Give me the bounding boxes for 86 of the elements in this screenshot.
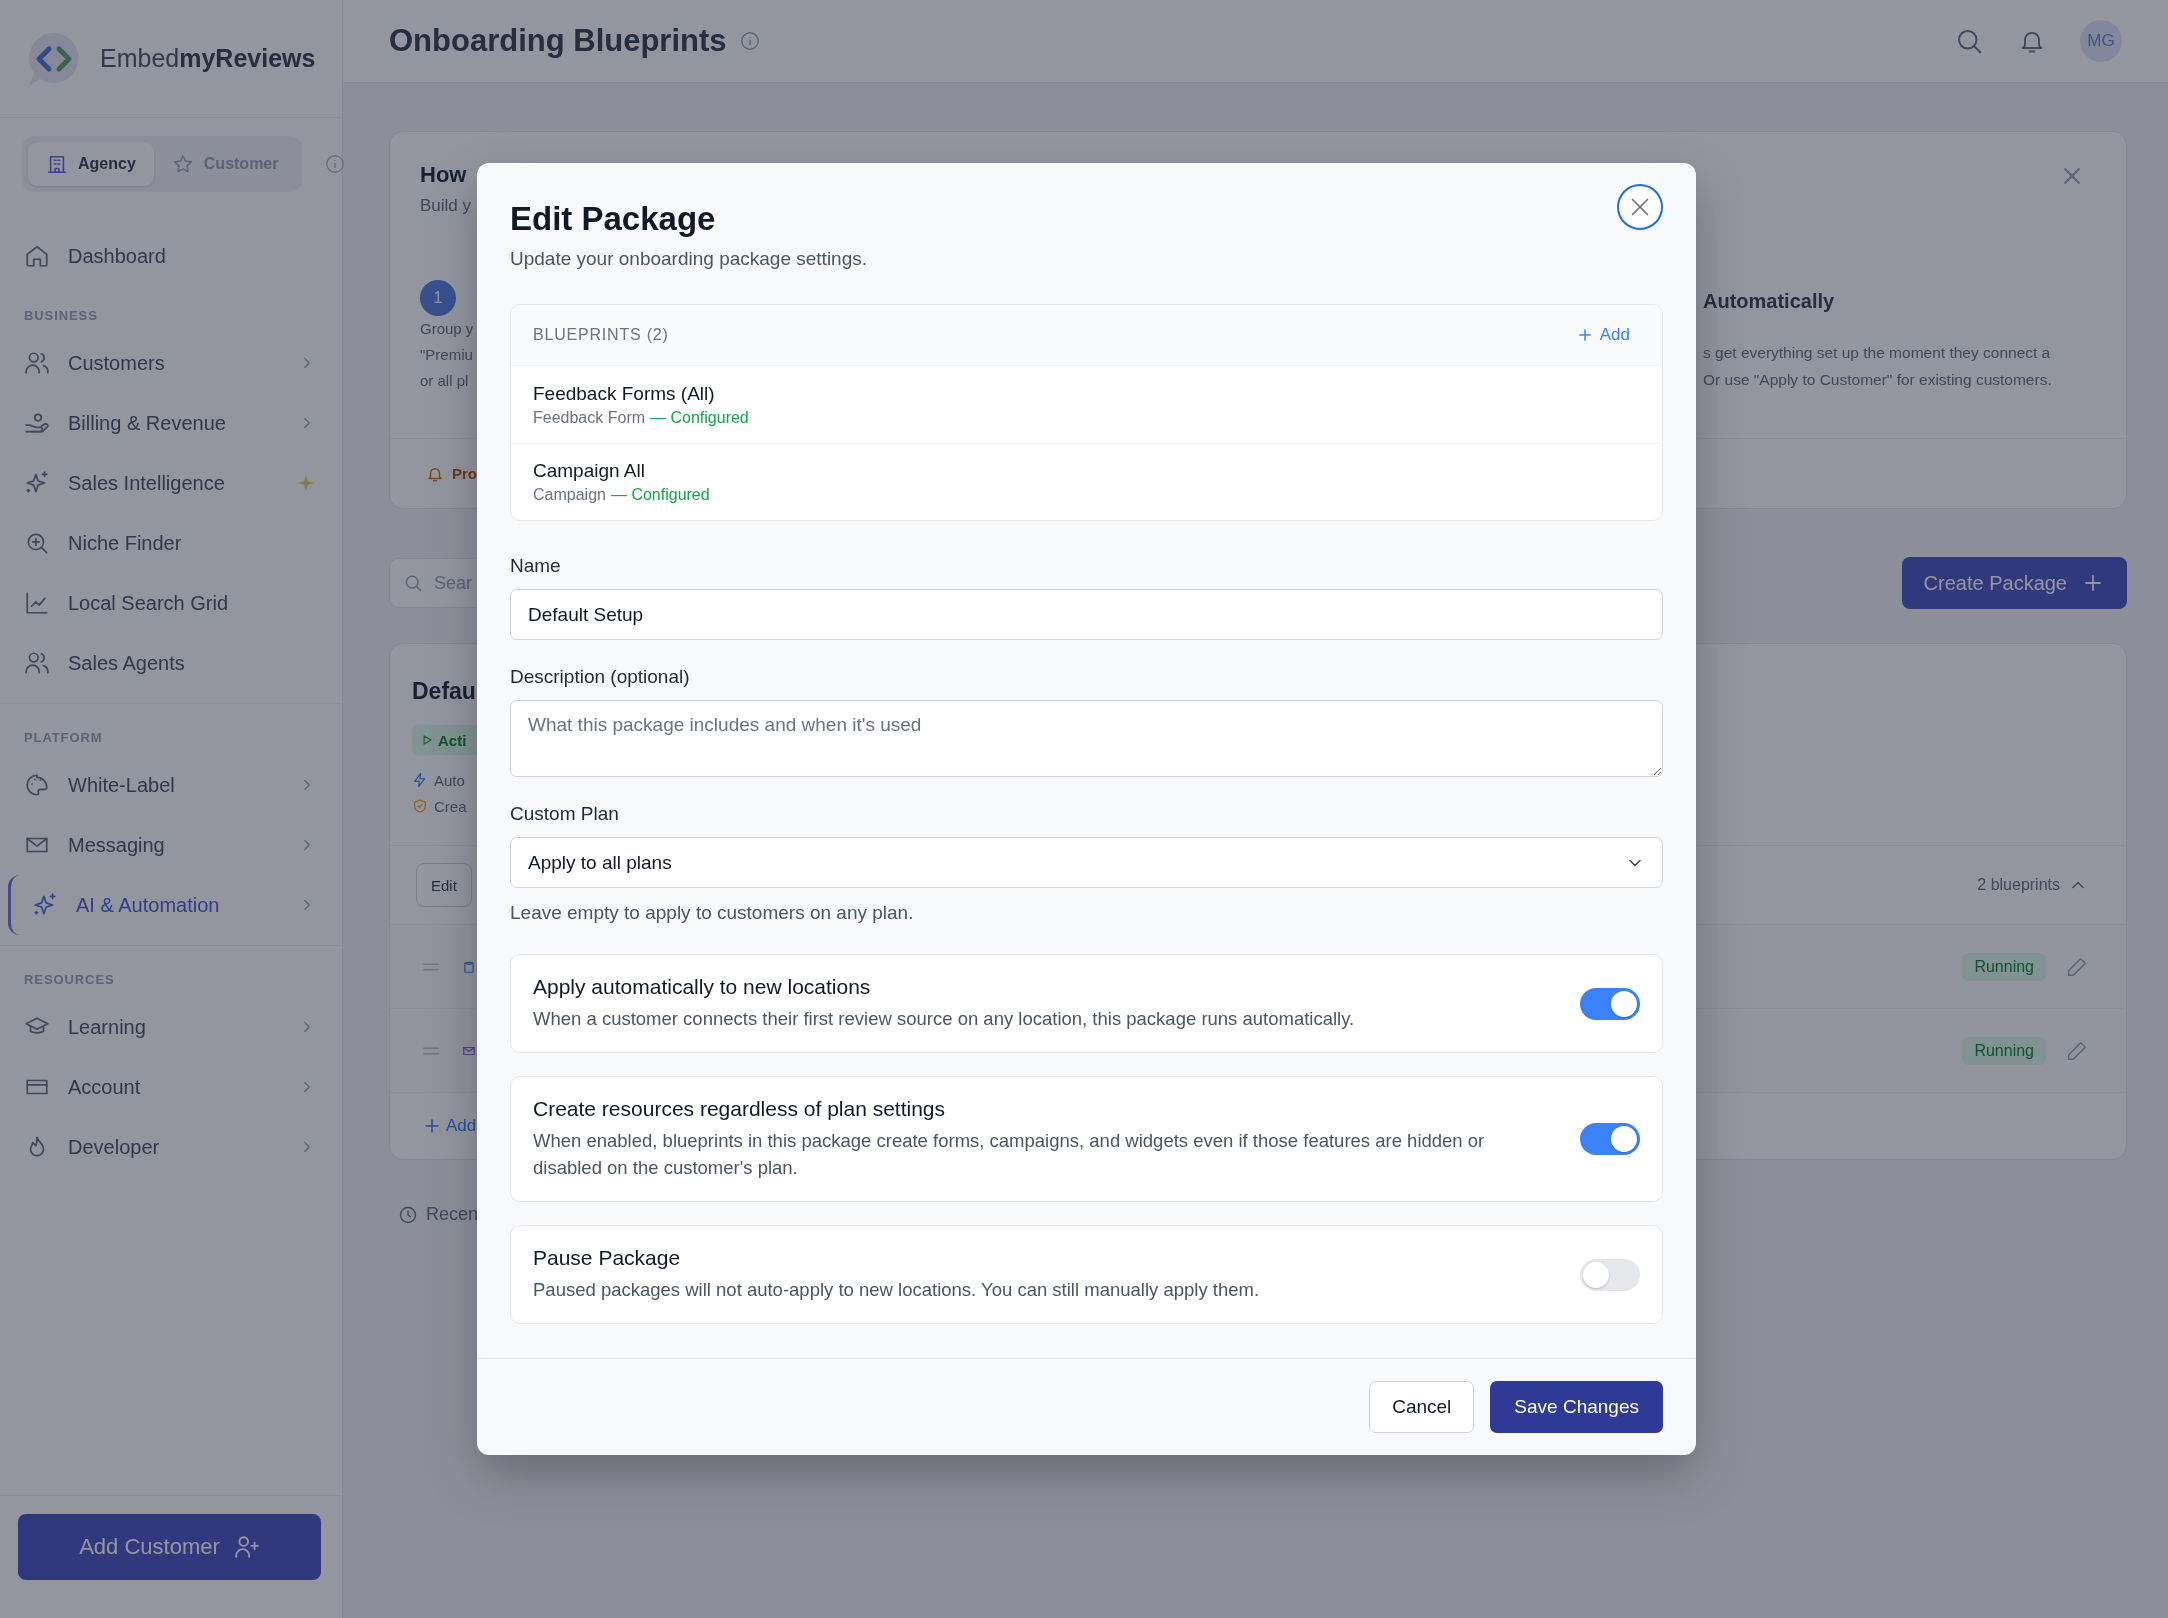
step-text: Or use "Apply to Customer" for existing customers. <box>1703 370 2052 390</box>
nav-item[interactable]: White-Label <box>0 755 342 815</box>
step-text: "Premiu <box>420 345 473 365</box>
toggle-switch[interactable] <box>1580 1258 1640 1291</box>
add-customer-button[interactable]: Add Customer <box>18 1514 321 1580</box>
setting-title: Create resources regardless of plan settings <box>533 1097 947 1121</box>
nav-item[interactable]: Sales Intelligence <box>0 453 342 513</box>
close-button[interactable] <box>1617 184 1663 230</box>
tip-text: Pro <box>452 465 477 482</box>
feature-text: Crea <box>434 797 467 815</box>
pencil-icon[interactable] <box>2066 955 2088 978</box>
nav-item[interactable]: Account <box>0 1057 342 1117</box>
status-badge: Running <box>1962 1036 2046 1065</box>
nav-item[interactable]: Learning <box>0 997 342 1057</box>
save-button[interactable]: Save Changes <box>1490 1381 1663 1433</box>
info-icon <box>738 30 761 52</box>
page-title: Onboarding Blueprints <box>389 23 727 59</box>
plan-select[interactable]: Apply to all plans <box>510 837 1663 888</box>
add-blueprint-button[interactable]: Add <box>422 1116 477 1136</box>
search-icon <box>403 573 423 593</box>
step-text: s get everything set up the moment they connect a <box>1703 343 2051 363</box>
nav-item[interactable]: Local Search Grid <box>0 573 342 633</box>
nav-item[interactable]: Customers <box>0 333 342 393</box>
user-avatar[interactable]: MG <box>2080 20 2122 62</box>
user-plus-icon <box>233 1534 260 1560</box>
step-number: 1 <box>420 280 456 316</box>
dialog-title: Edit Package <box>510 200 717 238</box>
setting-description: When enabled, blueprints in this package create forms, campaigns, and widgets even if those features are hidden or disabled on the customer's plan. <box>533 1129 1486 1180</box>
step-title: Automatically <box>1703 290 1835 313</box>
description-field[interactable]: What this package includes and when it's used <box>510 700 1663 777</box>
name-field[interactable]: Default Setup <box>510 589 1663 640</box>
setting-title: Apply automatically to new locations <box>533 975 872 999</box>
building-icon <box>46 153 68 175</box>
nav-item[interactable]: Dashboard <box>0 226 342 286</box>
shield-check-icon <box>412 798 428 814</box>
lightning-icon <box>412 772 428 788</box>
package-title: Defau <box>412 678 476 705</box>
step-text: Group y <box>420 319 474 339</box>
nav-item[interactable]: Messaging <box>0 815 342 875</box>
edit-button[interactable]: Edit <box>416 863 472 907</box>
users-icon <box>24 350 50 376</box>
feature-text: Auto <box>434 771 465 789</box>
toggle-switch[interactable] <box>1580 1123 1640 1155</box>
mode-tab[interactable]: Agency <box>28 142 154 186</box>
nav-item[interactable]: Niche Finder <box>0 513 342 573</box>
blueprint-name: Feedback Forms (All) <box>533 382 716 405</box>
create-package-button[interactable]: Create Package <box>1901 557 2127 609</box>
users-icon <box>24 650 50 676</box>
home-icon <box>24 243 50 269</box>
cancel-button[interactable]: Cancel <box>1369 1381 1475 1433</box>
status-label: Acti <box>438 731 467 749</box>
blueprint-status: — Configured <box>610 486 710 504</box>
field-label: Name <box>510 555 561 577</box>
play-icon <box>420 733 434 747</box>
section-title: Recen <box>426 1204 479 1225</box>
clock-icon <box>398 1204 418 1225</box>
setting-description: Paused packages will not auto-apply to new locations. You can still manually apply them. <box>533 1278 1261 1302</box>
blueprints-toggle[interactable]: 2 blueprints <box>1977 875 2088 895</box>
blueprint-name: Campaign All <box>533 460 646 482</box>
status-badge: Running <box>1962 952 2046 981</box>
info-icon <box>324 153 347 175</box>
nav-item[interactable]: Developer <box>0 1117 342 1177</box>
nav-item[interactable]: Sales Agents <box>0 633 342 693</box>
field-hint: Leave empty to apply to customers on any plan. <box>510 902 915 924</box>
star-icon <box>171 153 194 175</box>
panel-heading: BLUEPRINTS (2) <box>533 326 669 344</box>
blueprint-type: Feedback Form <box>533 408 646 427</box>
step-text: or all pl <box>420 371 469 391</box>
card-subtitle: Build y <box>420 196 472 216</box>
toggle-switch[interactable] <box>1580 987 1640 1020</box>
nav-item[interactable]: Billing & Revenue <box>0 393 342 453</box>
nav-item[interactable]: AI & Automation <box>8 875 342 935</box>
setting-title: Pause Package <box>533 1246 682 1270</box>
dialog-subtitle: Update your onboarding package settings. <box>510 248 868 270</box>
blueprint-status: — Configured <box>650 408 749 427</box>
clipboard-icon <box>462 959 476 974</box>
line-chart-icon <box>24 590 50 616</box>
setting-description: When a customer connects their first review source on any location, this package runs automatically. <box>533 1007 1356 1031</box>
card-title: How <box>420 162 467 188</box>
field-label: Description (optional) <box>510 666 690 688</box>
palette-icon <box>24 772 50 798</box>
add-button[interactable]: Add <box>1575 325 1630 345</box>
blueprint-type: Campaign <box>533 486 606 504</box>
field-label: Custom Plan <box>510 803 619 825</box>
pencil-icon[interactable] <box>2066 1039 2088 1062</box>
logo-text: EmbedmyReviews <box>100 44 316 73</box>
